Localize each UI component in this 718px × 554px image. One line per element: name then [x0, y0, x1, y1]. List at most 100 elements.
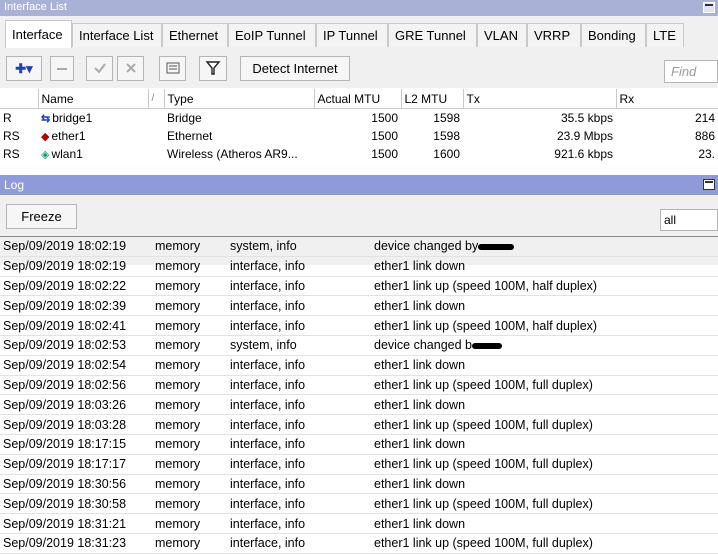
- log-row[interactable]: Sep/09/2019 18:02:19 memory system, info de…: [0, 236, 718, 257]
- log-row[interactable]: Sep/09/2019 18:02:22 memory interface, inf…: [0, 276, 718, 297]
- interface-toolbar: ✚▾ Detect Internet Find: [0, 51, 718, 88]
- maximize-icon[interactable]: [703, 2, 715, 13]
- log-buffer: memory: [152, 394, 227, 416]
- flags: RS: [3, 129, 20, 143]
- actual-mtu: 1500: [371, 111, 398, 125]
- tab-bonding[interactable]: Bonding: [581, 23, 646, 47]
- log-row[interactable]: Sep/09/2019 18:02:19 memory interface, inf…: [0, 256, 718, 277]
- log-row[interactable]: Sep/09/2019 18:31:23 memory interface, inf…: [0, 533, 718, 554]
- table-row[interactable]: RS ◆ ether1 Ethernet 1500 1598 23.9 Mbps …: [0, 127, 718, 145]
- log-topics: system, info: [227, 335, 371, 356]
- log-time-text: Sep/09/2019 18:02:19: [3, 239, 127, 254]
- log-filter-input[interactable]: all: [660, 209, 718, 231]
- log-buffer-text: memory: [155, 536, 201, 551]
- log-row[interactable]: Sep/09/2019 18:02:56 memory interface, inf…: [0, 375, 718, 396]
- log-row[interactable]: Sep/09/2019 18:17:17 memory interface, inf…: [0, 454, 718, 475]
- find-input[interactable]: Find: [664, 60, 718, 83]
- log-topics: interface, info: [227, 454, 371, 475]
- log-row[interactable]: Sep/09/2019 18:02:53 memory system, info de…: [0, 335, 718, 356]
- tab-gre-tunnel[interactable]: GRE Tunnel: [388, 23, 477, 47]
- log-message-text: ether1 link down: [374, 298, 466, 313]
- freeze-button[interactable]: Freeze: [6, 204, 77, 229]
- table-row[interactable]: R ⇆ bridge1 Bridge 1500 1598 35.5 kbps 21…: [0, 109, 718, 128]
- tab-bar: Interface Interface List Ethernet EoIP T…: [0, 16, 718, 52]
- tab-interface-list[interactable]: Interface List: [72, 23, 162, 47]
- plus-icon[interactable]: ✚▾: [6, 56, 42, 81]
- tab-ip-tunnel[interactable]: IP Tunnel: [316, 23, 388, 47]
- log-row[interactable]: Sep/09/2019 18:03:28 memory interface, inf…: [0, 414, 718, 435]
- tab-lte[interactable]: LTE: [646, 23, 684, 47]
- log-message: ether1 link up (speed 100M, full duplex): [371, 533, 718, 554]
- log-message: ether1 link up (speed 100M, full duplex): [371, 414, 718, 435]
- cross-icon[interactable]: [117, 56, 144, 81]
- log-row[interactable]: Sep/09/2019 18:03:26 memory interface, inf…: [0, 394, 718, 416]
- detect-internet-button[interactable]: Detect Internet: [240, 56, 350, 81]
- log-time-text: Sep/09/2019 18:17:17: [3, 457, 127, 472]
- log-message: ether1 link down: [371, 434, 718, 455]
- log-row[interactable]: Sep/09/2019 18:02:41 memory interface, inf…: [0, 315, 718, 336]
- filter-icon[interactable]: [199, 56, 227, 81]
- maximize-icon[interactable]: [703, 179, 715, 190]
- log-topics-text: interface, info: [230, 278, 306, 293]
- col-sort[interactable]: /: [148, 89, 165, 109]
- log-row[interactable]: Sep/09/2019 18:17:15 memory interface, inf…: [0, 434, 718, 455]
- log-row[interactable]: Sep/09/2019 18:02:39 memory interface, inf…: [0, 295, 718, 317]
- tab-vlan[interactable]: VLAN: [477, 23, 527, 47]
- interface-table: Name / Type Actual MTU L2 MTU Tx Rx R ⇆ b…: [0, 89, 718, 163]
- log-topics: interface, info: [227, 533, 371, 554]
- log-topics-text: interface, info: [230, 476, 306, 491]
- log-row[interactable]: Sep/09/2019 18:30:56 memory interface, inf…: [0, 474, 718, 495]
- rx-rate: 886: [694, 129, 715, 143]
- log-topics: interface, info: [227, 355, 371, 376]
- log-buffer-text: memory: [155, 437, 201, 452]
- log-buffer-text: memory: [155, 278, 201, 293]
- col-name[interactable]: Name: [38, 89, 149, 109]
- comment-icon[interactable]: [159, 56, 186, 81]
- log-message: ether1 link down: [371, 513, 718, 534]
- log-message: ether1 link down: [371, 256, 718, 277]
- actual-mtu: 1500: [371, 129, 398, 143]
- log-row[interactable]: Sep/09/2019 18:30:58 memory interface, inf…: [0, 493, 718, 515]
- log-row[interactable]: Sep/09/2019 18:02:54 memory interface, inf…: [0, 355, 718, 376]
- log-time: Sep/09/2019 18:02:53: [0, 335, 152, 356]
- log-message: device changed b: [371, 335, 718, 356]
- log-time: Sep/09/2019 18:30:58: [0, 493, 152, 515]
- log-topics-text: interface, info: [230, 397, 306, 412]
- table-header: Name / Type Actual MTU L2 MTU Tx Rx: [0, 89, 718, 109]
- log-topics: interface, info: [227, 474, 371, 495]
- tab-vrrp[interactable]: VRRP: [527, 23, 581, 47]
- col-type[interactable]: Type: [164, 89, 315, 109]
- tab-eoip-tunnel[interactable]: EoIP Tunnel: [228, 23, 316, 47]
- tab-interface[interactable]: Interface: [5, 20, 72, 48]
- log-buffer: memory: [152, 335, 227, 356]
- table-row[interactable]: RS ◈ wlan1 Wireless (Atheros AR9... 1500 …: [0, 145, 718, 163]
- l2-mtu: 1598: [433, 129, 460, 143]
- col-rx[interactable]: Rx: [616, 89, 718, 109]
- log-message: ether1 link down: [371, 355, 718, 376]
- log-time-text: Sep/09/2019 18:30:58: [3, 496, 127, 511]
- log-topics-text: interface, info: [230, 358, 306, 373]
- check-icon[interactable]: [86, 56, 113, 81]
- log-topics-text: interface, info: [230, 417, 306, 432]
- minus-icon[interactable]: [50, 56, 74, 81]
- log-topics: interface, info: [227, 276, 371, 297]
- col-flags[interactable]: [0, 89, 39, 109]
- log-time-text: Sep/09/2019 18:31:21: [3, 516, 127, 531]
- col-actual-mtu[interactable]: Actual MTU: [314, 89, 402, 109]
- log-buffer-text: memory: [155, 358, 201, 373]
- log-time-text: Sep/09/2019 18:02:56: [3, 377, 127, 392]
- log-topics: interface, info: [227, 434, 371, 455]
- log-buffer: memory: [152, 474, 227, 495]
- bridge-icon: ⇆: [41, 113, 51, 125]
- interface-name: bridge1: [52, 111, 93, 125]
- log-message-text: ether1 link up (speed 100M, full duplex): [374, 377, 593, 392]
- log-row[interactable]: Sep/09/2019 18:31:21 memory interface, inf…: [0, 513, 718, 534]
- log-buffer-text: memory: [155, 417, 201, 432]
- log-topics-text: interface, info: [230, 318, 306, 333]
- col-tx[interactable]: Tx: [463, 89, 617, 109]
- tab-ethernet[interactable]: Ethernet: [162, 23, 228, 47]
- col-l2-mtu[interactable]: L2 MTU: [401, 89, 464, 109]
- log-topics: interface, info: [227, 375, 371, 396]
- log-message-text: ether1 link down: [374, 476, 466, 491]
- log-buffer-text: memory: [155, 338, 201, 353]
